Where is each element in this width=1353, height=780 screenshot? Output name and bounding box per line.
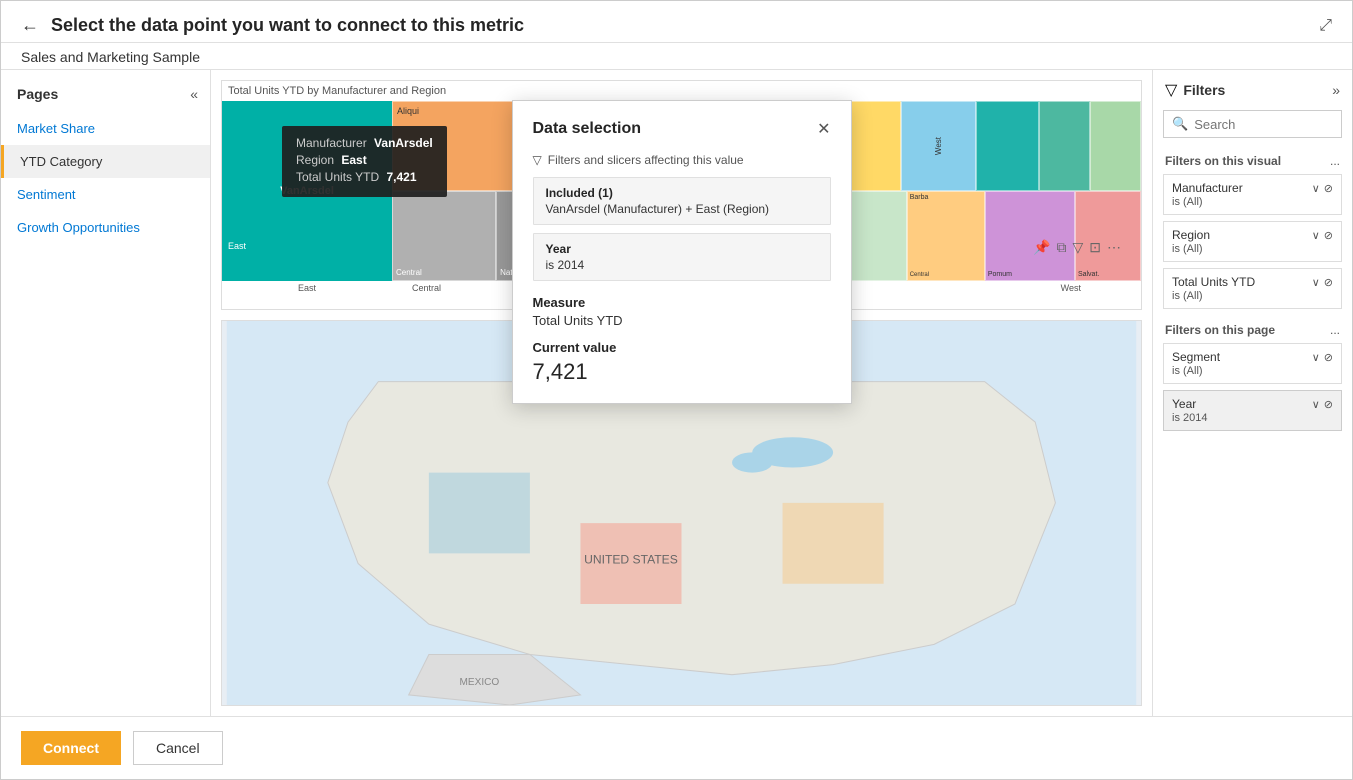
clear-region[interactable]: ⊘ (1324, 229, 1333, 242)
filter-segment-value: is (All) (1172, 365, 1333, 377)
filter-segment-header: Segment ∨ ⊘ (1172, 350, 1333, 364)
search-box: 🔍 (1163, 110, 1342, 138)
filters-on-visual-header: Filters on this visual ... (1153, 150, 1352, 174)
tooltip-total: Total Units YTD 7,421 (296, 170, 433, 184)
main-layout: Pages « Market Share YTD Category Sentim… (1, 70, 1352, 716)
filters-on-page-menu[interactable]: ... (1330, 323, 1340, 337)
dialog-close-button[interactable]: ✕ (817, 119, 830, 139)
filter-funnel-icon: ▽ (1165, 80, 1177, 100)
focus-icon[interactable]: ⊡ (1089, 239, 1101, 256)
tooltip-manufacturer: Manufacturer VanArsdel (296, 136, 433, 150)
search-input[interactable] (1194, 117, 1352, 132)
data-selection-dialog: Data selection ✕ ▽ Filters and slicers a… (512, 100, 852, 404)
page-title: Select the data point you want to connec… (51, 15, 1332, 36)
collapse-sidebar-button[interactable]: « (190, 86, 198, 102)
sidebar-item-growth-opportunities[interactable]: Growth Opportunities (1, 211, 210, 244)
label-west-bottom: West (1061, 283, 1141, 293)
cell-west[interactable]: West (901, 101, 976, 191)
filters-title-row: ▽ Filters (1165, 80, 1225, 100)
filter-manufacturer-value: is (All) (1172, 196, 1333, 208)
filter-manufacturer-header: Manufacturer ∨ ⊘ (1172, 181, 1333, 195)
visual-toolbar: 📌 ⧉ ▽ ⊡ ⋯ (1033, 239, 1121, 256)
cell-pomum[interactable]: Pomum (985, 191, 1075, 281)
header: ← Select the data point you want to conn… (1, 1, 1352, 43)
label-east-bottom: East (222, 283, 392, 293)
treemap-tooltip: Manufacturer VanArsdel Region East Total… (282, 126, 447, 197)
year-filter-block: Year is 2014 (533, 233, 831, 281)
connect-button[interactable]: Connect (21, 731, 121, 765)
modal-container: ← Select the data point you want to conn… (0, 0, 1353, 780)
cell-west2[interactable] (1039, 101, 1090, 191)
filters-on-page-header: Filters on this page ... (1153, 315, 1352, 343)
filter-year-header: Year ∨ ⊘ (1172, 397, 1333, 411)
chevron-year[interactable]: ∨ (1312, 398, 1320, 411)
clear-year[interactable]: ⊘ (1324, 398, 1333, 411)
filter-segment[interactable]: Segment ∨ ⊘ is (All) (1163, 343, 1342, 384)
cell-central-bottom[interactable]: Central (392, 191, 496, 281)
filters-on-page-label: Filters on this page (1165, 323, 1275, 337)
back-button[interactable]: ← (21, 15, 39, 36)
dialog-header: Data selection ✕ (533, 119, 831, 139)
dialog-measure-section: Measure Total Units YTD Current value 7,… (533, 295, 831, 385)
sidebar-item-ytd-category[interactable]: YTD Category (1, 145, 210, 178)
tooltip-region: Region East (296, 153, 433, 167)
search-icon: 🔍 (1172, 116, 1188, 132)
treemap-title: Total Units YTD by Manufacturer and Regi… (222, 81, 1141, 101)
cancel-button[interactable]: Cancel (133, 731, 223, 765)
chevron-region[interactable]: ∨ (1312, 229, 1320, 242)
cell-lodi[interactable] (1090, 101, 1141, 191)
filters-header: ▽ Filters » (1153, 80, 1352, 110)
filter-total-header: Total Units YTD ∨ ⊘ (1172, 275, 1333, 289)
center-content: Total Units YTD by Manufacturer and Regi… (211, 70, 1152, 716)
filter-icon-dialog: ▽ (533, 153, 542, 167)
chevron-total[interactable]: ∨ (1312, 276, 1320, 289)
copy-icon[interactable]: ⧉ (1056, 239, 1066, 256)
pages-sidebar: Pages « Market Share YTD Category Sentim… (1, 70, 211, 716)
footer: Connect Cancel (1, 716, 1352, 779)
cell-salvat[interactable]: Salvat. (1075, 191, 1141, 281)
expand-icon[interactable]: ⤢ (1319, 17, 1332, 35)
filter-total-units-ytd[interactable]: Total Units YTD ∨ ⊘ is (All) (1163, 268, 1342, 309)
filters-on-visual-label: Filters on this visual (1165, 154, 1281, 168)
dialog-filters-label: ▽ Filters and slicers affecting this val… (533, 153, 831, 167)
clear-segment[interactable]: ⊘ (1324, 351, 1333, 364)
svg-text:MEXICO: MEXICO (459, 677, 499, 688)
filter-manufacturer[interactable]: Manufacturer ∨ ⊘ is (All) (1163, 174, 1342, 215)
filters-title: Filters (1183, 82, 1225, 98)
filter-icon[interactable]: ▽ (1072, 239, 1083, 256)
pin-icon[interactable]: 📌 (1033, 239, 1050, 256)
pages-header: Pages « (1, 80, 210, 112)
filters-panel: ▽ Filters » 🔍 Filters on this visual ...… (1152, 70, 1352, 716)
filter-region-header: Region ∨ ⊘ (1172, 228, 1333, 242)
sidebar-item-market-share[interactable]: Market Share (1, 112, 210, 145)
more-options-icon[interactable]: ⋯ (1107, 239, 1121, 256)
svg-text:UNITED STATES: UNITED STATES (584, 553, 678, 567)
filter-year[interactable]: Year ∨ ⊘ is 2014 (1163, 390, 1342, 431)
filter-region[interactable]: Region ∨ ⊘ is (All) (1163, 221, 1342, 262)
included-filter-block: Included (1) VanArsdel (Manufacturer) + … (533, 177, 831, 225)
pages-title: Pages (17, 86, 58, 102)
cell-central-top[interactable] (976, 101, 1039, 191)
expand-filters-button[interactable]: » (1332, 82, 1340, 98)
filter-region-value: is (All) (1172, 243, 1333, 255)
clear-total[interactable]: ⊘ (1324, 276, 1333, 289)
filter-total-value: is (All) (1172, 290, 1333, 302)
chevron-segment[interactable]: ∨ (1312, 351, 1320, 364)
subtitle: Sales and Marketing Sample (1, 43, 1352, 70)
cell-region-east: East (228, 241, 246, 251)
chevron-manufacturer[interactable]: ∨ (1312, 182, 1320, 195)
sidebar-item-sentiment[interactable]: Sentiment (1, 178, 210, 211)
filter-year-value: is 2014 (1172, 412, 1333, 424)
cell-barba[interactable]: Barba Central (907, 191, 985, 281)
filters-on-visual-menu[interactable]: ... (1330, 154, 1340, 168)
dialog-title: Data selection (533, 120, 641, 138)
clear-manufacturer[interactable]: ⊘ (1324, 182, 1333, 195)
